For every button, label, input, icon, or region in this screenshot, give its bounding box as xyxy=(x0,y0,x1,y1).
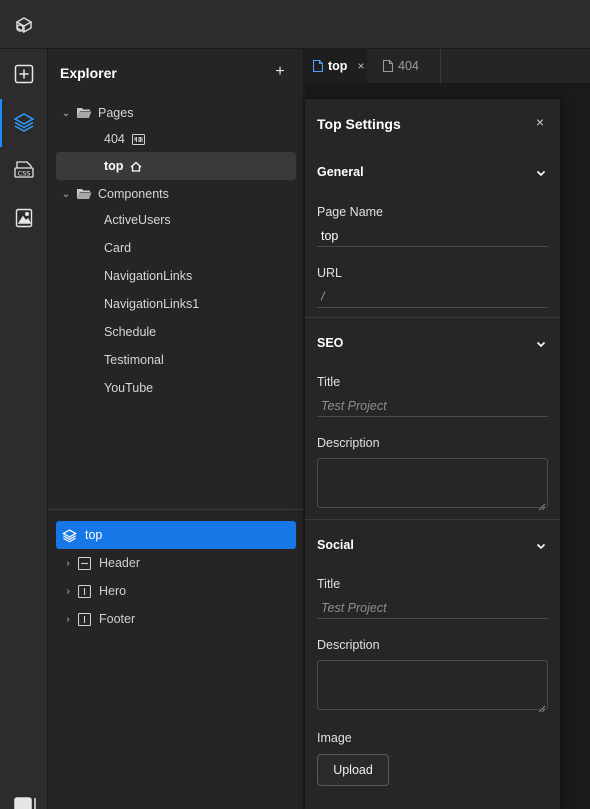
app-topbar xyxy=(0,0,590,49)
page-name-label: Page Name xyxy=(317,205,384,219)
general-section-title: General xyxy=(317,165,364,179)
editor-tabs: top × 404 xyxy=(305,49,590,83)
tab-label: top xyxy=(328,59,348,73)
layer-item-label: top xyxy=(85,528,103,542)
close-tab-button[interactable]: × xyxy=(357,59,364,73)
chevron-down-icon[interactable] xyxy=(535,338,547,350)
block-icon xyxy=(78,584,91,598)
chevron-down-icon[interactable] xyxy=(535,540,547,552)
components-folder[interactable]: ⌄ Components xyxy=(56,180,296,208)
settings-title: Top Settings xyxy=(317,116,401,132)
upload-button[interactable]: Upload xyxy=(317,754,389,786)
tab-404[interactable]: 404 xyxy=(375,49,441,83)
component-item[interactable]: Card xyxy=(56,234,296,262)
page-settings-panel: Top Settings × General Page Name URL SEO… xyxy=(305,99,560,809)
tab-top[interactable]: top × xyxy=(305,49,367,83)
social-description-label: Description xyxy=(317,638,380,652)
page-item-404[interactable]: 404 xyxy=(56,125,296,153)
svg-text:CSS: CSS xyxy=(18,169,31,177)
chevron-right-icon: › xyxy=(66,613,70,625)
add-explorer-item-button[interactable]: + xyxy=(272,64,288,80)
add-page-button[interactable] xyxy=(0,51,48,99)
resize-handle-icon[interactable] xyxy=(538,498,546,511)
components-folder-label: Components xyxy=(98,187,169,201)
css-button[interactable]: CSS xyxy=(0,147,48,195)
component-item[interactable]: NavigationLinks xyxy=(56,262,296,290)
seo-title-input[interactable] xyxy=(317,395,548,417)
seo-description-textarea[interactable] xyxy=(317,458,548,511)
header-block-icon xyxy=(78,556,91,570)
layer-item-hero[interactable]: › Hero xyxy=(56,577,296,605)
layer-item-label: Header xyxy=(99,556,140,570)
explorer-divider xyxy=(48,509,304,510)
pages-folder-label: Pages xyxy=(98,106,134,120)
layer-item-header[interactable]: › Header xyxy=(56,549,296,577)
section-divider xyxy=(305,519,560,520)
home-icon xyxy=(130,161,142,172)
layer-item-root[interactable]: top xyxy=(56,521,296,549)
layer-item-label: Footer xyxy=(99,612,136,626)
layer-item-footer[interactable]: › Footer xyxy=(56,605,296,633)
activity-rail: CSS xyxy=(0,49,48,809)
component-item[interactable]: YouTube xyxy=(56,374,296,402)
url-input[interactable] xyxy=(317,286,548,308)
chevron-right-icon: › xyxy=(66,585,70,597)
layers-button[interactable] xyxy=(0,99,48,147)
social-description-textarea[interactable] xyxy=(317,660,548,713)
seo-description-label: Description xyxy=(317,436,380,450)
component-item-label: Card xyxy=(104,241,132,255)
component-item-label: NavigationLinks xyxy=(104,269,193,283)
component-item[interactable]: Schedule xyxy=(56,318,296,346)
layers-icon xyxy=(13,111,35,136)
chevron-right-icon: › xyxy=(66,557,70,569)
not-found-page-icon xyxy=(131,133,145,145)
social-title-label: Title xyxy=(317,577,341,591)
page-item-top[interactable]: top xyxy=(56,152,296,180)
explorer-title: Explorer xyxy=(60,65,117,81)
url-label: URL xyxy=(317,266,343,280)
chevron-down-icon: ⌄ xyxy=(61,107,71,119)
component-item-label: YouTube xyxy=(104,381,154,395)
folder-open-icon xyxy=(76,107,92,119)
block-icon xyxy=(78,612,91,626)
component-item-label: ActiveUsers xyxy=(104,213,171,227)
social-title-input[interactable] xyxy=(317,597,548,619)
plus-square-icon xyxy=(14,64,34,87)
layer-item-label: Hero xyxy=(99,584,127,598)
component-item[interactable]: Testimonal xyxy=(56,346,296,374)
seo-title-label: Title xyxy=(317,375,341,389)
component-item[interactable]: ActiveUsers xyxy=(56,206,296,234)
resize-handle-icon[interactable] xyxy=(538,700,546,713)
panel-toggle-icon[interactable] xyxy=(14,797,38,809)
social-image-label: Image xyxy=(317,731,352,745)
social-section-title: Social xyxy=(317,538,354,552)
file-icon xyxy=(313,60,323,72)
chevron-down-icon[interactable] xyxy=(535,167,547,179)
component-item-label: Testimonal xyxy=(104,353,164,367)
css-file-icon: CSS xyxy=(13,159,35,184)
component-item-label: NavigationLinks1 xyxy=(104,297,200,311)
image-file-icon xyxy=(15,208,33,231)
layers-icon xyxy=(62,528,77,543)
section-divider xyxy=(305,317,560,318)
component-item-label: Schedule xyxy=(104,325,157,339)
page-name-input[interactable] xyxy=(317,225,548,247)
folder-open-icon xyxy=(76,188,92,200)
tab-label: 404 xyxy=(398,59,419,73)
assets-button[interactable] xyxy=(0,195,48,243)
seo-section-title: SEO xyxy=(317,336,344,350)
explorer-panel: Explorer + ⌄ Pages 404 top ⌄ Components … xyxy=(48,49,304,809)
component-item[interactable]: NavigationLinks1 xyxy=(56,290,296,318)
close-settings-button[interactable]: × xyxy=(533,115,547,129)
file-icon xyxy=(383,60,393,72)
app-logo-icon[interactable] xyxy=(12,12,36,36)
page-item-label: 404 xyxy=(104,132,125,146)
chevron-down-icon: ⌄ xyxy=(61,188,71,200)
pages-folder[interactable]: ⌄ Pages xyxy=(56,99,296,127)
page-item-label: top xyxy=(104,159,124,173)
